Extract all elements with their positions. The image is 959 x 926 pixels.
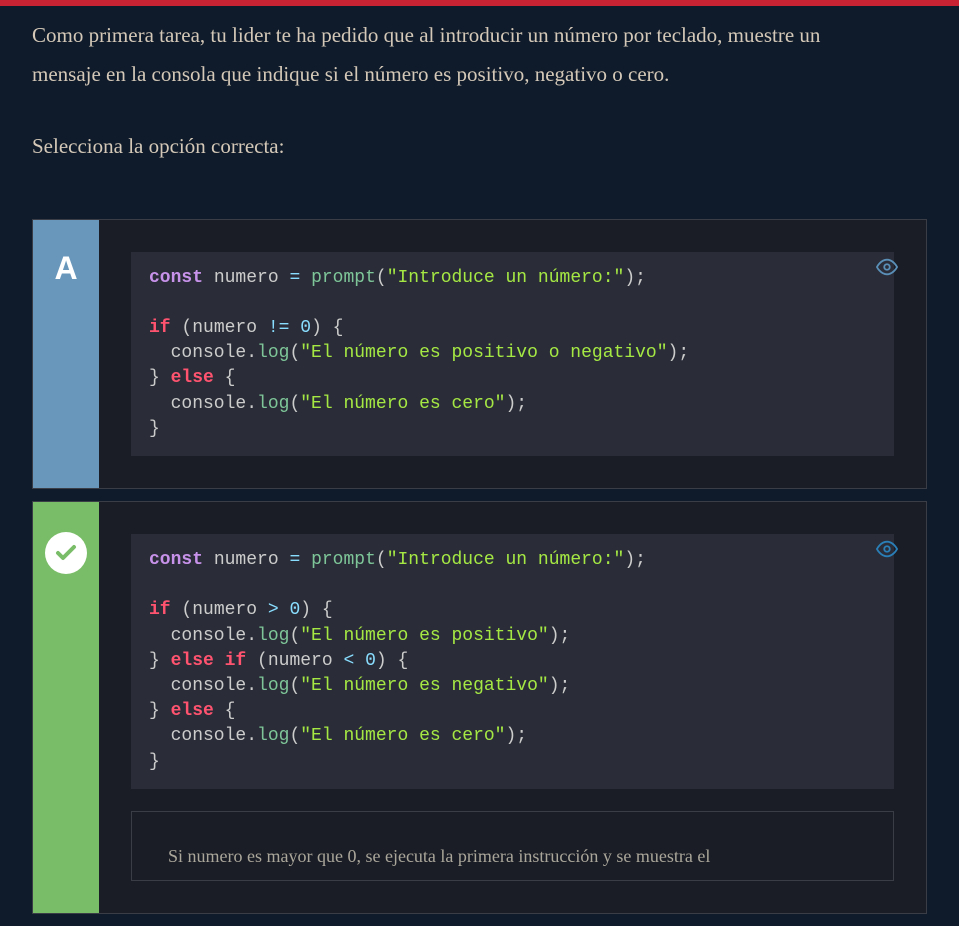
badge-letter: A: [54, 250, 77, 287]
explanation-box: Si numero es mayor que 0, se ejecuta la …: [131, 811, 894, 882]
option-badge-a: A: [33, 220, 99, 488]
option-content: const numero = prompt("Introduce un núme…: [99, 220, 926, 488]
code-block-b: const numero = prompt("Introduce un núme…: [131, 534, 894, 789]
option-card-b-correct[interactable]: const numero = prompt("Introduce un núme…: [32, 501, 927, 914]
task-description: Como primera tarea, tu lider te ha pedid…: [32, 16, 852, 94]
preview-icon[interactable]: [876, 256, 898, 283]
check-icon: [45, 532, 87, 574]
instruction-text: Selecciona la opción correcta:: [32, 134, 927, 159]
code-block-a: const numero = prompt("Introduce un núme…: [131, 252, 894, 456]
main-content: Como primera tarea, tu lider te ha pedid…: [0, 6, 959, 914]
option-content: const numero = prompt("Introduce un núme…: [99, 502, 926, 913]
option-badge-correct: [33, 502, 99, 913]
option-card-a[interactable]: A const numero = prompt("Introduce un nú…: [32, 219, 927, 489]
preview-icon[interactable]: [876, 538, 898, 565]
